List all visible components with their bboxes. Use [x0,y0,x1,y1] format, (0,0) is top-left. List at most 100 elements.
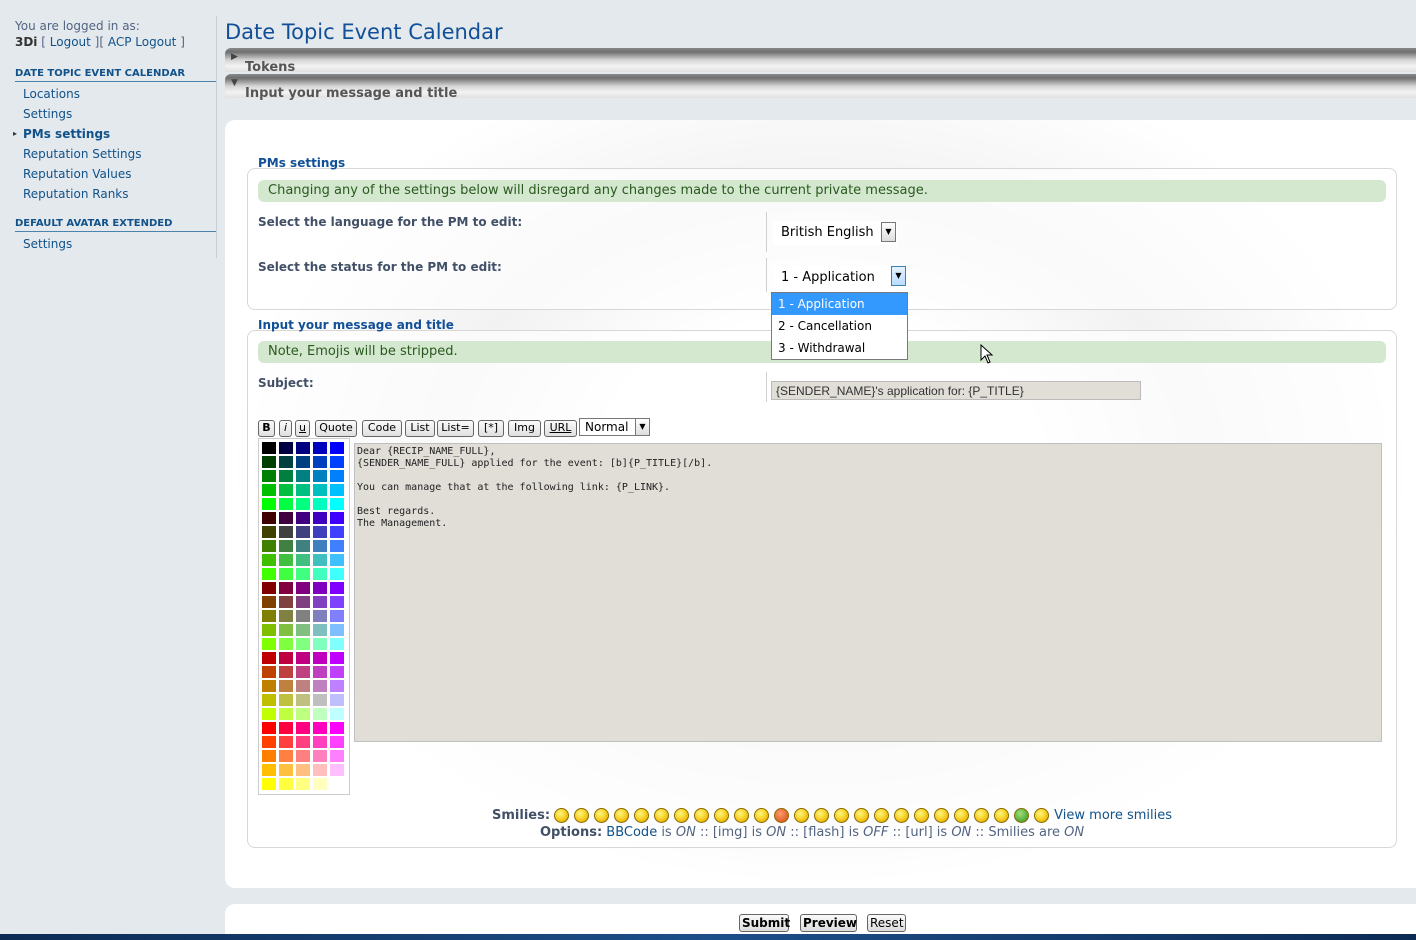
color-swatch[interactable] [313,624,327,636]
color-swatch[interactable] [262,470,276,482]
color-swatch[interactable] [330,778,344,790]
color-swatch[interactable] [313,498,327,510]
color-swatch[interactable] [262,638,276,650]
color-swatch[interactable] [313,526,327,538]
color-swatch[interactable] [262,778,276,790]
img-button[interactable]: Img [508,420,541,437]
font-size-select[interactable]: Normal ▼ [579,418,650,436]
color-swatch[interactable] [313,582,327,594]
color-swatch[interactable] [296,442,310,454]
color-swatch[interactable] [279,638,293,650]
color-swatch[interactable] [296,526,310,538]
color-swatch[interactable] [313,596,327,608]
color-swatch[interactable] [279,610,293,622]
color-swatch[interactable] [279,778,293,790]
color-swatch[interactable] [330,610,344,622]
color-swatch[interactable] [262,582,276,594]
chevron-down-icon[interactable]: ▼ [635,418,650,436]
url-button[interactable]: URL [544,420,577,437]
view-more-smilies-link[interactable]: View more smilies [1054,808,1172,823]
color-swatch[interactable] [313,708,327,720]
language-select[interactable]: British English ▼ [773,221,897,245]
list-item-button[interactable]: [*] [478,420,504,437]
smiley-icon[interactable] [894,808,910,823]
smiley-icon[interactable] [734,808,750,823]
sidebar-item-reputation-values[interactable]: Reputation Values [4,164,216,184]
smiley-icon[interactable] [754,808,770,823]
color-swatch[interactable] [330,442,344,454]
color-swatch[interactable] [279,568,293,580]
color-swatch[interactable] [262,722,276,734]
color-swatch[interactable] [262,736,276,748]
quote-button[interactable]: Quote [315,420,357,437]
color-swatch[interactable] [313,778,327,790]
color-swatch[interactable] [279,554,293,566]
color-swatch[interactable] [279,526,293,538]
color-swatch[interactable] [262,694,276,706]
sidebar-item-settings[interactable]: Settings [4,104,216,124]
color-swatch[interactable] [313,554,327,566]
color-swatch[interactable] [279,624,293,636]
bbcode-link[interactable]: BBCode [606,825,657,840]
color-swatch[interactable] [262,610,276,622]
color-swatch[interactable] [313,540,327,552]
color-swatch[interactable] [330,512,344,524]
color-swatch[interactable] [296,484,310,496]
color-swatch[interactable] [313,442,327,454]
color-swatch[interactable] [296,694,310,706]
smiley-icon[interactable] [814,808,830,823]
color-swatch[interactable] [296,582,310,594]
color-swatch[interactable] [262,526,276,538]
color-swatch[interactable] [330,750,344,762]
color-swatch[interactable] [262,680,276,692]
color-swatch[interactable] [279,694,293,706]
color-swatch[interactable] [330,680,344,692]
color-swatch[interactable] [279,484,293,496]
color-swatch[interactable] [313,736,327,748]
color-swatch[interactable] [279,596,293,608]
status-select[interactable]: 1 - Application ▼ [773,266,908,290]
color-swatch[interactable] [262,708,276,720]
color-swatch[interactable] [279,456,293,468]
bold-button[interactable]: B [258,420,275,437]
color-swatch[interactable] [330,708,344,720]
color-swatch[interactable] [296,638,310,650]
color-swatch[interactable] [262,484,276,496]
color-swatch[interactable] [296,456,310,468]
smiley-icon[interactable] [1034,808,1050,823]
color-swatch[interactable] [330,652,344,664]
sidebar-item-reputation-settings[interactable]: Reputation Settings [4,144,216,164]
chevron-down-icon[interactable]: ▼ [891,266,906,286]
color-swatch[interactable] [330,568,344,580]
color-swatch[interactable] [296,568,310,580]
color-swatch[interactable] [279,442,293,454]
color-swatch[interactable] [330,498,344,510]
smiley-icon[interactable] [634,808,650,823]
color-swatch[interactable] [313,680,327,692]
color-swatch[interactable] [330,554,344,566]
color-swatch[interactable] [313,722,327,734]
color-swatch[interactable] [313,470,327,482]
color-swatch[interactable] [279,540,293,552]
smiley-icon[interactable] [954,808,970,823]
smiley-icon[interactable] [854,808,870,823]
color-swatch[interactable] [279,750,293,762]
color-swatch[interactable] [330,736,344,748]
color-swatch[interactable] [296,596,310,608]
code-button[interactable]: Code [362,420,402,437]
color-swatch[interactable] [313,666,327,678]
color-swatch[interactable] [296,652,310,664]
color-swatch[interactable] [296,512,310,524]
color-swatch[interactable] [313,694,327,706]
status-option[interactable]: 3 - Withdrawal [772,337,907,359]
list-button[interactable]: List [405,420,435,437]
color-swatch[interactable] [313,456,327,468]
color-swatch[interactable] [279,722,293,734]
color-swatch[interactable] [330,526,344,538]
smiley-icon[interactable] [554,808,570,823]
smiley-icon[interactable] [574,808,590,823]
color-swatch[interactable] [296,750,310,762]
color-swatch[interactable] [262,540,276,552]
smiley-icon[interactable] [994,808,1010,823]
smiley-icon[interactable] [934,808,950,823]
